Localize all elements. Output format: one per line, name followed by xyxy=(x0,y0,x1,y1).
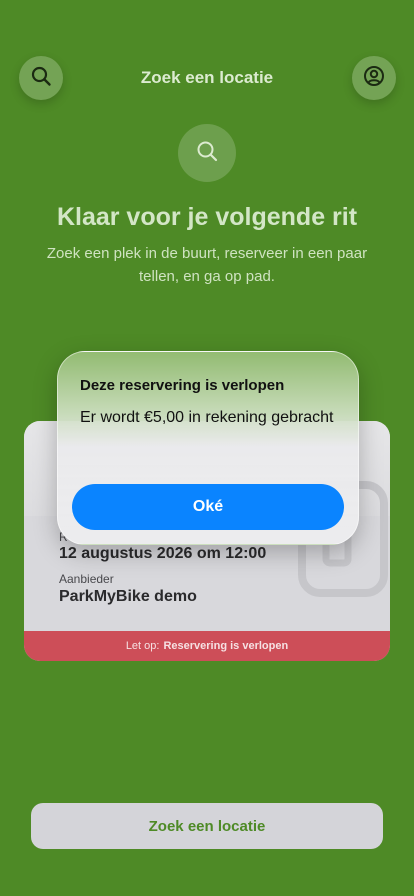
ok-button[interactable]: Oké xyxy=(72,484,344,530)
status-prefix: Let op: xyxy=(125,640,160,652)
date-value: 12 augustus 2026 om 12:00 xyxy=(59,545,267,562)
find-location-button[interactable]: Zoek een locatie xyxy=(31,803,383,849)
profile-button[interactable] xyxy=(352,56,396,100)
search-icon xyxy=(195,139,219,168)
user-profile-icon xyxy=(363,65,385,92)
expired-status-bar: Let op: Reservering is verlopen xyxy=(24,631,390,661)
provider-value: ParkMyBike demo xyxy=(59,588,197,605)
provider-label: Aanbieder xyxy=(59,572,114,586)
status-text: Reservering is verlopen xyxy=(163,640,289,652)
dialog-message: Er wordt €5,00 in rekening gebracht xyxy=(80,409,334,426)
dialog-title: Deze reservering is verlopen xyxy=(80,377,285,394)
hero-subtitle: Zoek een plek in de buurt, reserveer in … xyxy=(46,245,368,285)
expired-alert-dialog: Deze reservering is verlopen Er wordt €5… xyxy=(57,351,359,545)
hero-title: Klaar voor je volgende rit xyxy=(56,203,358,231)
hero-search-badge xyxy=(178,124,236,182)
